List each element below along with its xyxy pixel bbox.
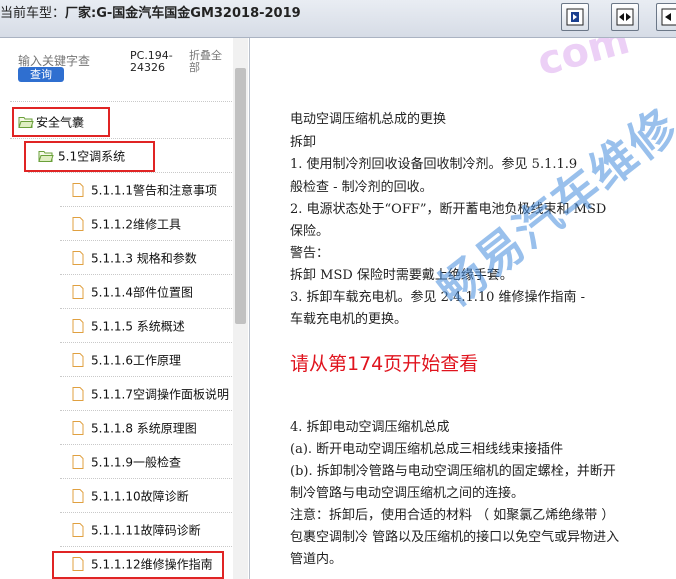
tree-item-label: 5.1.1.5 系统概述	[91, 319, 185, 333]
tree-item-label: 5.1.1.7空调操作面板说明	[91, 387, 229, 401]
doc-line: 管道内。	[290, 552, 343, 567]
tree-item-5-1-1-3[interactable]: 5.1.1.3 规格和参数	[60, 241, 232, 275]
arrow-icon	[661, 8, 676, 26]
doc-line: 警告：	[290, 246, 330, 261]
title-bar: 当前车型：厂家:G-国金汽车国金GM32018-2019	[0, 0, 676, 38]
doc-line: 4. 拆卸电动空调压缩机总成	[290, 420, 450, 435]
search-input[interactable]	[18, 54, 123, 68]
file-icon	[72, 522, 84, 537]
sidebar: 查询 PC.194-24326 折叠全部 安全气囊 5.1空调系统 5.1.1.…	[0, 38, 250, 579]
doc-line: 电动空调压缩机总成的更换	[290, 112, 447, 127]
tree-item-label: 5.1.1.2维修工具	[91, 217, 181, 231]
file-icon	[72, 454, 84, 469]
collapse-all-button[interactable]: 折叠全部	[189, 50, 225, 74]
search-box: 查询	[18, 50, 128, 82]
file-icon	[72, 352, 84, 367]
doc-line: 制冷管路与电动空调压缩机之间的连接。	[290, 486, 525, 501]
doc-line: 1. 使用制冷剂回收设备回收制冷剂。参见 5.1.1.9	[290, 157, 578, 172]
file-icon	[72, 386, 84, 401]
car-value: 厂家:G-国金汽车国金GM32018-2019	[65, 6, 301, 21]
tree-item-5-1-1-9[interactable]: 5.1.1.9一般检查	[60, 445, 232, 479]
doc-line: (a). 断开电动空调压缩机总成三相线线束接插件	[290, 442, 564, 457]
doc-line: 注意：拆卸后，使用合适的材料 （ 如聚氯乙烯绝缘带 ）	[290, 508, 615, 523]
doc-line: 保险。	[290, 224, 330, 239]
tree-item-5-1-1-8[interactable]: 5.1.1.8 系统原理图	[60, 411, 232, 445]
file-icon	[72, 488, 84, 503]
file-icon	[72, 284, 84, 299]
tree-item-label: 5.1.1.1警告和注意事项	[91, 183, 217, 197]
document-viewer: com 电动空调压缩机总成的更换 拆卸 1. 使用制冷剂回收设备回收制冷剂。参见…	[252, 38, 676, 579]
sidebar-scrollbar-thumb[interactable]	[235, 68, 246, 324]
doc-line: (b). 拆卸制冷管路与电动空调压缩机的固定螺栓，并断开	[290, 464, 616, 479]
tree-item-label: 5.1.1.3 规格和参数	[91, 251, 197, 265]
tree-item-5-1-1-10[interactable]: 5.1.1.10故障诊断	[60, 479, 232, 513]
car-label: 当前车型：	[0, 6, 66, 21]
tree-item-label: 5.1.1.11故障码诊断	[91, 523, 201, 537]
single-page-icon	[566, 8, 584, 26]
doc-line: 拆卸	[290, 135, 317, 150]
search-button[interactable]: 查询	[18, 67, 64, 82]
doc-line: 包裹空调制冷 管路以及压缩机的接口以免空气或异物进入	[290, 530, 620, 545]
pc-code: PC.194-24326	[130, 49, 173, 74]
tree-item-5-1-1-11[interactable]: 5.1.1.11故障码诊断	[60, 513, 232, 547]
highlight-box-ac-system	[24, 141, 155, 172]
current-car: 当前车型：厂家:G-国金汽车国金GM32018-2019	[0, 2, 301, 21]
tree-item-label: 5.1.1.8 系统原理图	[91, 421, 197, 435]
tree-item-5-1-1-4[interactable]: 5.1.1.4部件位置图	[60, 275, 232, 309]
tree-item-label: 5.1.1.9一般检查	[91, 455, 181, 469]
file-icon	[72, 318, 84, 333]
tree-item-label: 5.1.1.10故障诊断	[91, 489, 189, 503]
start-page-notice: 请从第174页开始查看	[290, 353, 479, 375]
tree-item-label: 5.1.1.4部件位置图	[91, 285, 193, 299]
highlight-box-maintenance-guide	[52, 551, 224, 579]
view-prev-button[interactable]	[656, 3, 676, 31]
tree-item-label: 5.1.1.6工作原理	[91, 353, 181, 367]
tree-item-5-1-1-5[interactable]: 5.1.1.5 系统概述	[60, 309, 232, 343]
doc-line: 车载充电机的更换。	[290, 312, 408, 327]
tree-row-top-partial	[10, 84, 232, 102]
file-icon	[72, 182, 84, 197]
highlight-box-airbag	[12, 107, 110, 137]
file-icon	[72, 420, 84, 435]
tree-item-5-1-1-7[interactable]: 5.1.1.7空调操作面板说明	[60, 377, 232, 411]
dual-page-icon	[616, 8, 634, 26]
doc-line: 般检查 - 制冷剂的回收。	[290, 180, 433, 195]
tree-item-5-1-1-2[interactable]: 5.1.1.2维修工具	[60, 207, 232, 241]
tree-item-5-1-1-1[interactable]: 5.1.1.1警告和注意事项	[60, 173, 232, 207]
file-icon	[72, 250, 84, 265]
file-icon	[72, 216, 84, 231]
tree-item-5-1-1-6[interactable]: 5.1.1.6工作原理	[60, 343, 232, 377]
view-single-button[interactable]	[561, 3, 589, 31]
view-dual-button[interactable]	[611, 3, 639, 31]
watermark-small: com	[532, 38, 635, 86]
